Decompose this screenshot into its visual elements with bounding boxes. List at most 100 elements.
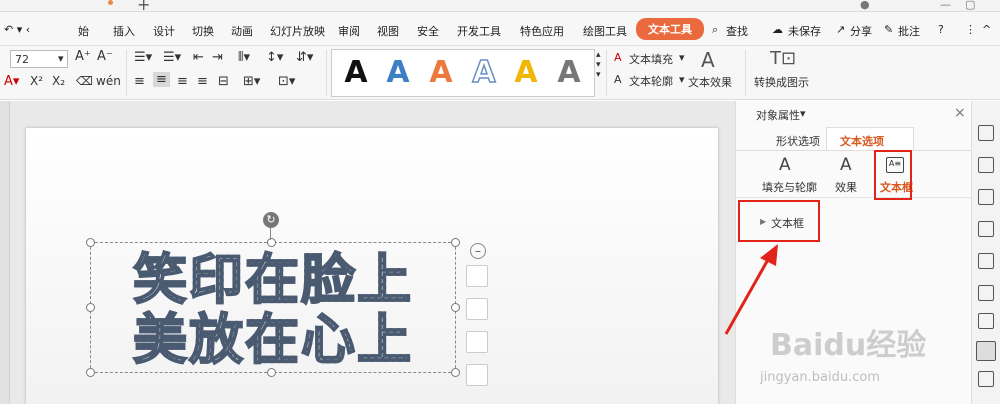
tab-text-tools[interactable]: 文本工具 (636, 18, 704, 40)
chevron-down-icon[interactable]: ▾ (800, 107, 806, 120)
clear-format-icon[interactable]: ⌫ (76, 74, 93, 88)
close-panel-button[interactable]: × (954, 105, 966, 121)
brush-icon[interactable] (466, 298, 488, 320)
tab-text-options[interactable]: 文本选项 (840, 133, 884, 149)
chevron-down-icon[interactable]: ▾ (679, 51, 685, 64)
text-outline-button[interactable]: 文本轮廓 (629, 73, 673, 89)
restore-button[interactable]: ▢ (965, 0, 975, 11)
tab-shape-options[interactable]: 形状选项 (776, 133, 820, 149)
search-button[interactable]: 查找 (726, 23, 748, 39)
justify-icon[interactable]: ≡ (197, 74, 208, 89)
art-text-line-1[interactable]: 笑印在脸上 (91, 248, 455, 312)
collapse-icon[interactable]: – (470, 243, 486, 259)
more-icon[interactable]: ⋮ (965, 23, 976, 36)
animation-icon[interactable] (978, 285, 994, 301)
text-style-gray[interactable]: A (551, 54, 587, 92)
align-center-icon[interactable]: ≡ (153, 72, 170, 87)
text-box-icon[interactable]: ⊡▾ (278, 74, 295, 89)
resize-handle-tl[interactable] (86, 238, 95, 247)
menu-transition[interactable]: 切换 (192, 23, 214, 39)
pin-icon[interactable] (978, 125, 994, 141)
text-style-outline[interactable]: A (466, 54, 502, 92)
text-style-black[interactable]: A (338, 54, 374, 92)
vertical-align-icon[interactable]: ⊞▾ (243, 74, 260, 89)
comment-button[interactable]: 批注 (898, 23, 920, 39)
text-direction-icon[interactable]: ⇵▾ (296, 50, 313, 65)
table-icon[interactable] (978, 253, 994, 269)
share-button[interactable]: 分享 (850, 23, 872, 39)
resize-handle-r[interactable] (451, 303, 460, 312)
chevron-down-icon[interactable]: ▾ (58, 52, 64, 65)
sub-tab-effect[interactable]: 效果 (835, 179, 857, 195)
menu-drawing-tools[interactable]: 绘图工具 (583, 23, 627, 39)
bullet-list-icon[interactable]: ☰▾ (134, 50, 152, 65)
search-icon[interactable]: ⌕ (712, 23, 718, 37)
grow-font-icon[interactable]: A⁺ (75, 49, 91, 64)
increase-indent-icon[interactable]: ⇥ (212, 50, 223, 65)
collapse-ribbon-icon[interactable]: ^ (982, 23, 991, 36)
line-spacing-icon[interactable]: ↕▾ (266, 50, 283, 65)
chevron-down-icon[interactable]: ▾ (679, 73, 685, 86)
menu-animation[interactable]: 动画 (231, 23, 253, 39)
align-left-icon[interactable]: ≡ (134, 74, 145, 89)
layers-icon[interactable] (978, 189, 994, 205)
resize-handle-l[interactable] (86, 303, 95, 312)
shapes-icon[interactable] (978, 157, 994, 173)
text-style-orange[interactable]: A (423, 54, 459, 92)
shrink-font-icon[interactable]: A⁻ (97, 49, 113, 64)
convert-graphic-button[interactable]: 转换成图示 (754, 74, 809, 90)
properties-icon[interactable] (976, 341, 996, 361)
comment-icon[interactable]: ✎ (884, 23, 893, 36)
chart-icon[interactable] (978, 313, 994, 329)
text-format-icon[interactable] (466, 265, 488, 287)
subscript-icon[interactable]: X₂ (52, 74, 65, 88)
sub-tab-fill-outline[interactable]: 填充与轮廓 (762, 179, 817, 195)
text-style-blue[interactable]: A (380, 54, 416, 92)
font-color-icon[interactable]: A▾ (4, 74, 19, 89)
art-text-line-2[interactable]: 美放在心上 (91, 308, 455, 372)
text-effect-button[interactable]: 文本效果 (688, 74, 732, 90)
border-icon[interactable] (466, 364, 488, 386)
menu-slideshow[interactable]: 幻灯片放映 (270, 23, 325, 39)
undo-redo-icon[interactable]: ↶ ▾ ‹ (4, 23, 30, 36)
menu-start[interactable]: 始 (78, 23, 89, 39)
text-outline-icon[interactable]: A (614, 73, 622, 86)
user-avatar-icon[interactable]: ● (860, 0, 870, 11)
text-columns-icon[interactable]: ⫴▾ (238, 50, 250, 65)
resize-handle-t[interactable] (267, 238, 276, 247)
share-icon[interactable]: ↗ (836, 23, 845, 36)
triangle-icon[interactable] (978, 221, 994, 237)
resize-handle-b[interactable] (267, 368, 276, 377)
menu-security[interactable]: 安全 (417, 23, 439, 39)
text-fill-button[interactable]: 文本填充 (629, 51, 673, 67)
text-fill-icon[interactable]: A (614, 51, 622, 64)
convert-graphic-icon[interactable]: T⊡ (770, 48, 796, 69)
text-effect-icon[interactable]: A (701, 48, 715, 72)
image-icon[interactable] (978, 371, 994, 387)
resize-handle-bl[interactable] (86, 368, 95, 377)
effect-icon[interactable]: A (840, 155, 852, 175)
fill-icon[interactable] (466, 331, 488, 353)
resize-handle-br[interactable] (451, 368, 460, 377)
menu-review[interactable]: 审阅 (338, 23, 360, 39)
distribute-icon[interactable]: ⊟ (218, 74, 229, 89)
decrease-indent-icon[interactable]: ⇤ (193, 50, 204, 65)
superscript-icon[interactable]: X² (30, 74, 43, 88)
help-button[interactable]: ? (938, 23, 944, 36)
numbered-list-icon[interactable]: ☰▾ (163, 50, 181, 65)
fill-outline-icon[interactable]: A (779, 155, 791, 175)
phonetic-icon[interactable]: wén (96, 74, 121, 88)
menu-design[interactable]: 设计 (153, 23, 175, 39)
minimize-button[interactable]: — (940, 0, 951, 11)
panel-title[interactable]: 对象属性 (756, 107, 800, 123)
slide-thumbnail-strip[interactable] (0, 101, 10, 404)
selected-text-box[interactable]: 笑印在脸上 美放在心上 (90, 242, 456, 373)
gallery-scroll-icon[interactable]: ▴ ▾ ▾ (596, 50, 601, 80)
resize-handle-tr[interactable] (451, 238, 460, 247)
menu-insert[interactable]: 插入 (113, 23, 135, 39)
menu-devtools[interactable]: 开发工具 (457, 23, 501, 39)
menu-view[interactable]: 视图 (377, 23, 399, 39)
unsaved-status[interactable]: 未保存 (788, 23, 821, 39)
text-style-yellow[interactable]: A (508, 54, 544, 92)
menu-features[interactable]: 特色应用 (520, 23, 564, 39)
